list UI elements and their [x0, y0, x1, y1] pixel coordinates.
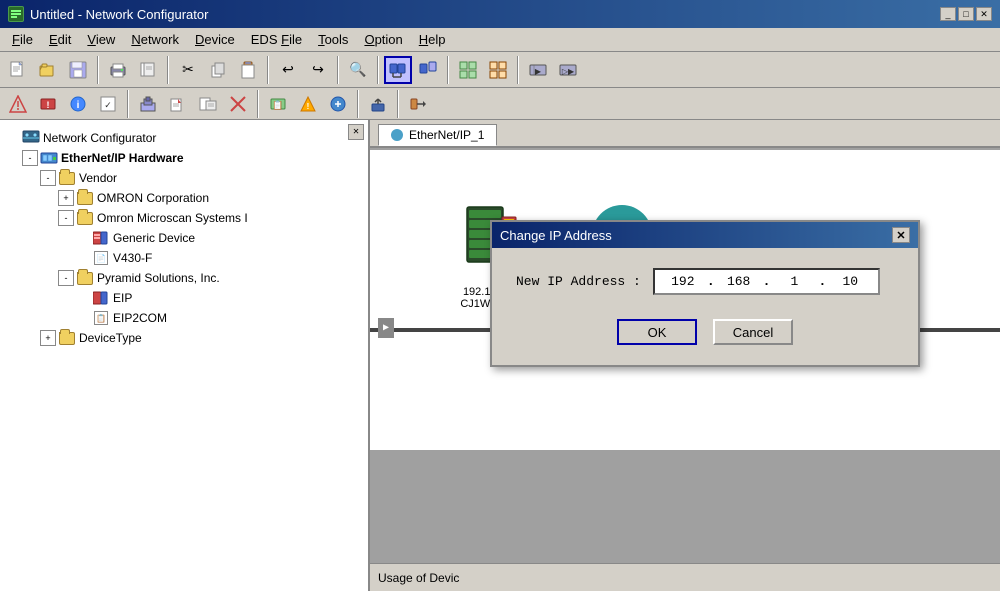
- ip-dot3: .: [818, 274, 826, 289]
- ok-button[interactable]: OK: [617, 319, 697, 345]
- ip-row: New IP Address : . . .: [516, 268, 894, 295]
- ip-octet4-input[interactable]: [830, 274, 870, 289]
- ip-octet2-input[interactable]: [719, 274, 759, 289]
- ip-dot2: .: [763, 274, 771, 289]
- dialog-title-text: Change IP Address: [500, 228, 612, 243]
- dialog-buttons: OK Cancel: [516, 319, 894, 345]
- ip-octet1-input[interactable]: [663, 274, 703, 289]
- ip-dot1: .: [707, 274, 715, 289]
- dialog-title-bar: Change IP Address ✕: [492, 222, 918, 248]
- change-ip-dialog: Change IP Address ✕ New IP Address : . .…: [490, 220, 920, 367]
- dialog-body: New IP Address : . . . OK Cancel: [492, 248, 918, 365]
- dialog-close-button[interactable]: ✕: [892, 227, 910, 243]
- ip-octet3-input[interactable]: [774, 274, 814, 289]
- cancel-button[interactable]: Cancel: [713, 319, 793, 345]
- dialog-overlay: Change IP Address ✕ New IP Address : . .…: [0, 0, 1000, 591]
- ip-input-group: . . .: [653, 268, 880, 295]
- ip-field-label: New IP Address :: [516, 274, 641, 289]
